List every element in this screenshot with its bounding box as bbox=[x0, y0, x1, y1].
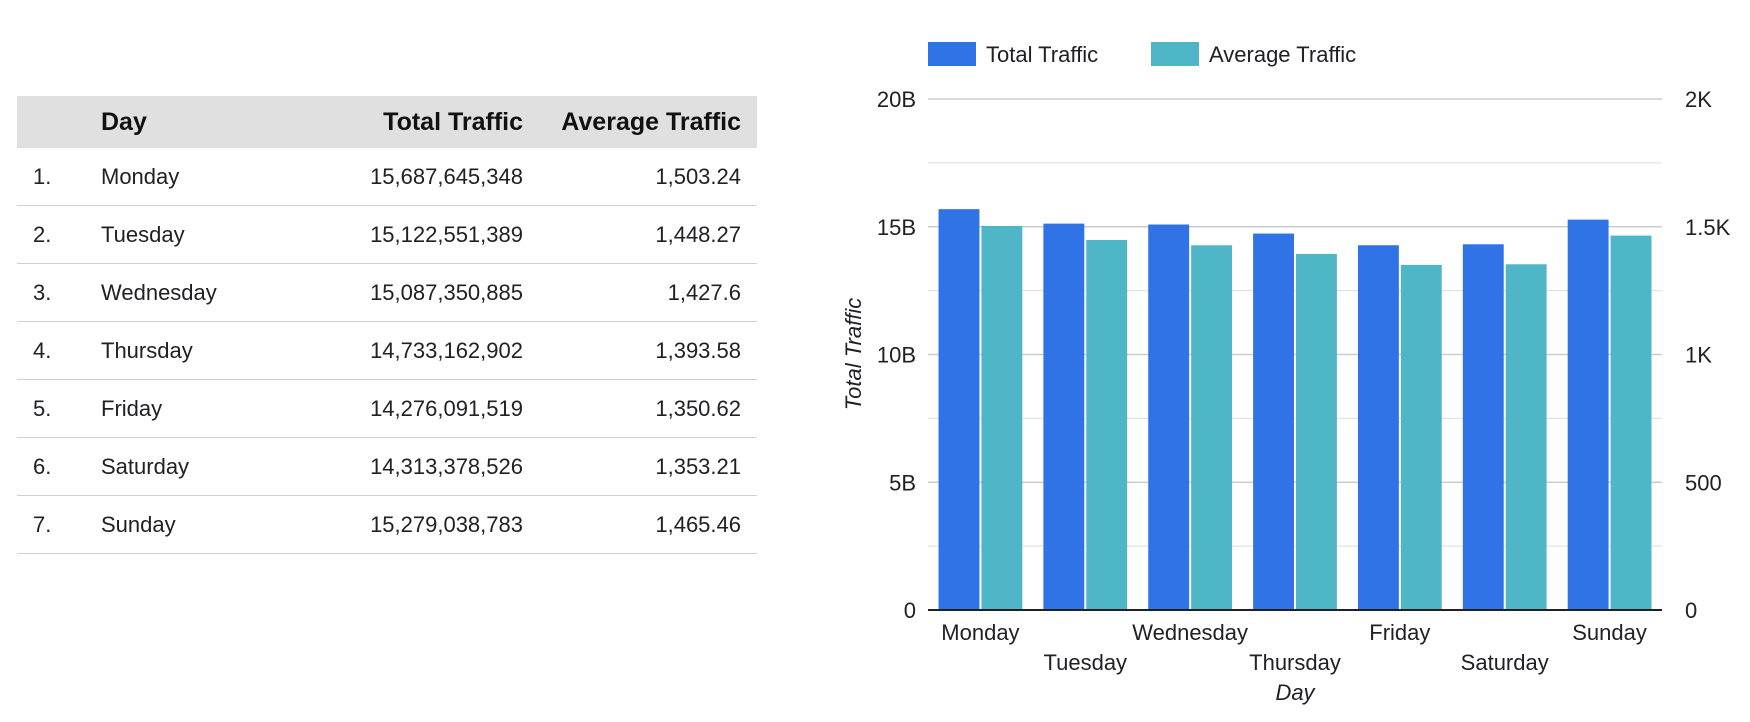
y-right-tick-label: 0 bbox=[1685, 598, 1697, 623]
total-traffic-legend-swatch[interactable] bbox=[928, 42, 976, 66]
total-traffic-bar-sunday[interactable] bbox=[1567, 219, 1609, 611]
x-tick-label: Tuesday bbox=[1043, 650, 1127, 675]
total-traffic-bar-thursday[interactable] bbox=[1253, 233, 1294, 610]
x-tick-label: Thursday bbox=[1249, 650, 1341, 675]
average-traffic-bar-saturday[interactable] bbox=[1505, 264, 1547, 610]
x-tick-label: Saturday bbox=[1461, 650, 1549, 675]
y-right-tick-label: 500 bbox=[1685, 470, 1722, 495]
x-tick-label: Wednesday bbox=[1132, 620, 1248, 645]
x-tick-label: Monday bbox=[941, 620, 1019, 645]
y-left-tick-label: 5B bbox=[889, 470, 916, 495]
total-traffic-bar-wednesday[interactable] bbox=[1148, 224, 1190, 610]
average-traffic-bar-sunday[interactable] bbox=[1610, 235, 1652, 611]
x-tick-label: Friday bbox=[1369, 620, 1430, 645]
legend[interactable]: Total Traffic Average Traffic bbox=[928, 42, 1356, 67]
average-traffic-legend-swatch[interactable] bbox=[1151, 42, 1199, 66]
y-axis-title: Total Traffic bbox=[841, 298, 866, 410]
y-left-tick-label: 10B bbox=[877, 343, 916, 368]
average-traffic-bar-monday[interactable] bbox=[981, 225, 1023, 610]
grid-lines bbox=[928, 98, 1662, 547]
x-axis-title: Day bbox=[1275, 680, 1316, 705]
y-left-tick-label: 15B bbox=[877, 215, 916, 240]
average-traffic-bar-wednesday[interactable] bbox=[1191, 245, 1233, 610]
average-traffic-bar-friday[interactable] bbox=[1400, 264, 1442, 610]
x-tick-label: Sunday bbox=[1572, 620, 1647, 645]
total-traffic-bar-monday[interactable] bbox=[938, 209, 980, 610]
average-traffic-legend-label[interactable]: Average Traffic bbox=[1209, 42, 1356, 67]
y-right-tick-label: 2K bbox=[1685, 87, 1712, 112]
y-left-tick-label: 0 bbox=[904, 598, 916, 623]
bars bbox=[938, 209, 1652, 611]
y-left-tick-label: 20B bbox=[877, 87, 916, 112]
average-traffic-bar-thursday[interactable] bbox=[1296, 253, 1337, 610]
traffic-bar-chart: Monday TuesdayWednesdayThursday Friday Satu… bbox=[841, 42, 1731, 705]
total-traffic-bar-friday[interactable] bbox=[1357, 245, 1399, 611]
total-traffic-bar-tuesday[interactable] bbox=[1043, 223, 1085, 610]
total-traffic-bar-saturday[interactable] bbox=[1462, 244, 1504, 610]
y-right-tick-label: 1.5K bbox=[1685, 215, 1731, 240]
average-traffic-bar-tuesday[interactable] bbox=[1086, 239, 1128, 610]
total-traffic-legend-label[interactable]: Total Traffic bbox=[986, 42, 1098, 67]
y-right-tick-label: 1K bbox=[1685, 343, 1712, 368]
